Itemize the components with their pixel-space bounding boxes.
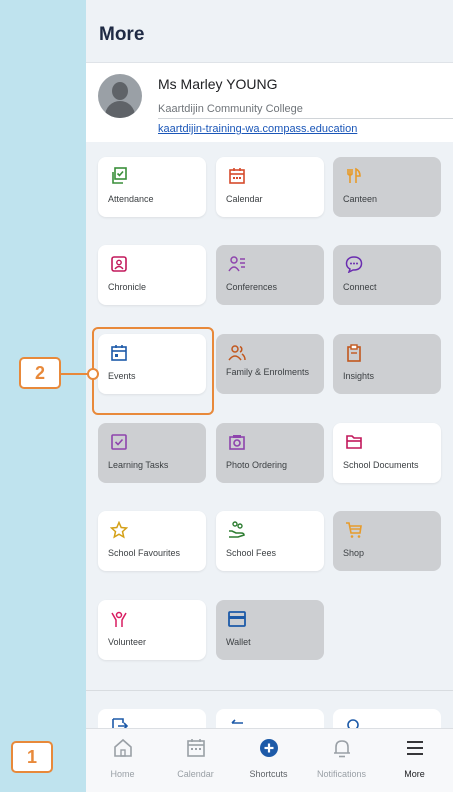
bottom-tab-bar: Home Calendar Shortcuts Notifications Mo… (86, 728, 453, 792)
tab-calendar[interactable]: Calendar (159, 729, 232, 792)
chronicle-icon (111, 256, 127, 272)
tile-school-fees[interactable]: School Fees (216, 511, 324, 571)
clipboard-icon (347, 344, 361, 362)
attendance-icon (112, 167, 127, 184)
tile-label: Attendance (108, 194, 154, 204)
tile-conferences[interactable]: Conferences (216, 245, 324, 305)
tile-attendance[interactable]: Attendance (98, 157, 206, 217)
tile-label: Calendar (226, 194, 263, 204)
profile-divider (158, 118, 453, 119)
tile-calendar[interactable]: Calendar (216, 157, 324, 217)
chat-bubble-icon (345, 256, 363, 273)
menu-icon (406, 741, 423, 755)
tile-label: School Fees (226, 548, 277, 558)
tile-label: Shop (343, 548, 365, 558)
callout-marker-2: 2 (19, 357, 61, 389)
avatar-head (112, 82, 128, 100)
cart-icon (346, 522, 362, 538)
plus-circle-icon (259, 739, 278, 757)
section-divider (86, 690, 453, 691)
tile-label: Family & Enrolments (226, 367, 310, 377)
tile-chronicle[interactable]: Chronicle (98, 245, 206, 305)
tile-school-favourites[interactable]: School Favourites (98, 511, 206, 571)
family-icon (228, 345, 246, 361)
tile-shop[interactable]: Shop (333, 511, 441, 571)
tab-label: Shortcuts (249, 769, 288, 779)
star-icon (110, 521, 128, 539)
wallet-icon (228, 611, 246, 627)
cutlery-icon (347, 167, 361, 183)
tile-label: Learning Tasks (108, 460, 169, 470)
tile-label: Photo Ordering (226, 460, 288, 470)
tile-label: Connect (343, 282, 377, 292)
tile-label: Insights (343, 371, 375, 381)
tile-photo-ordering[interactable]: Photo Ordering (216, 423, 324, 483)
conferences-icon (228, 256, 245, 272)
tile-label: Canteen (343, 194, 378, 204)
profile-school: Kaartdijin Community College (158, 103, 303, 115)
volunteer-icon (111, 611, 127, 627)
camera-icon (229, 435, 245, 450)
callout-marker-1: 1 (11, 741, 53, 773)
callout-connector-dot (87, 368, 99, 380)
calendar-icon (186, 739, 205, 757)
callout-connector-line (61, 373, 88, 375)
tab-more[interactable]: More (378, 729, 451, 792)
home-icon (113, 738, 132, 757)
tile-label: Volunteer (108, 637, 147, 647)
tile-family-enrolments[interactable]: Family & Enrolments (216, 334, 324, 394)
calendar-icon (229, 168, 245, 184)
events-highlight-frame (92, 327, 214, 415)
tile-wallet[interactable]: Wallet (216, 600, 324, 660)
tile-label: School Favourites (108, 548, 181, 558)
tab-label: More (404, 769, 425, 779)
tile-volunteer[interactable]: Volunteer (98, 600, 206, 660)
tab-shortcuts[interactable]: Shortcuts (232, 729, 305, 792)
tile-connect[interactable]: Connect (333, 245, 441, 305)
profile-card[interactable]: Ms Marley YOUNG Kaartdijin Community Col… (86, 62, 453, 142)
task-checkbox-icon (111, 434, 127, 450)
tab-label: Calendar (177, 769, 214, 779)
fees-icon (229, 521, 245, 538)
school-link[interactable]: kaartdijin-training-wa.compass.education (158, 123, 357, 135)
avatar (98, 74, 142, 118)
avatar-torso (105, 101, 135, 118)
folder-icon (346, 435, 362, 449)
tab-label: Notifications (316, 769, 367, 779)
tab-home[interactable]: Home (86, 729, 159, 792)
page-header: More (86, 0, 453, 62)
page-title: More (99, 24, 145, 45)
tile-label: School Documents (343, 460, 419, 470)
tab-label: Home (110, 769, 135, 779)
bell-icon (333, 740, 350, 758)
tile-label: Conferences (226, 282, 278, 292)
profile-name: Ms Marley YOUNG (158, 76, 278, 92)
tile-school-documents[interactable]: School Documents (333, 423, 441, 483)
tile-label: Chronicle (108, 282, 147, 292)
tile-label: Wallet (226, 637, 251, 647)
tab-notifications[interactable]: Notifications (305, 729, 378, 792)
tile-insights[interactable]: Insights (333, 334, 441, 394)
tile-canteen[interactable]: Canteen (333, 157, 441, 217)
tile-learning-tasks[interactable]: Learning Tasks (98, 423, 206, 483)
